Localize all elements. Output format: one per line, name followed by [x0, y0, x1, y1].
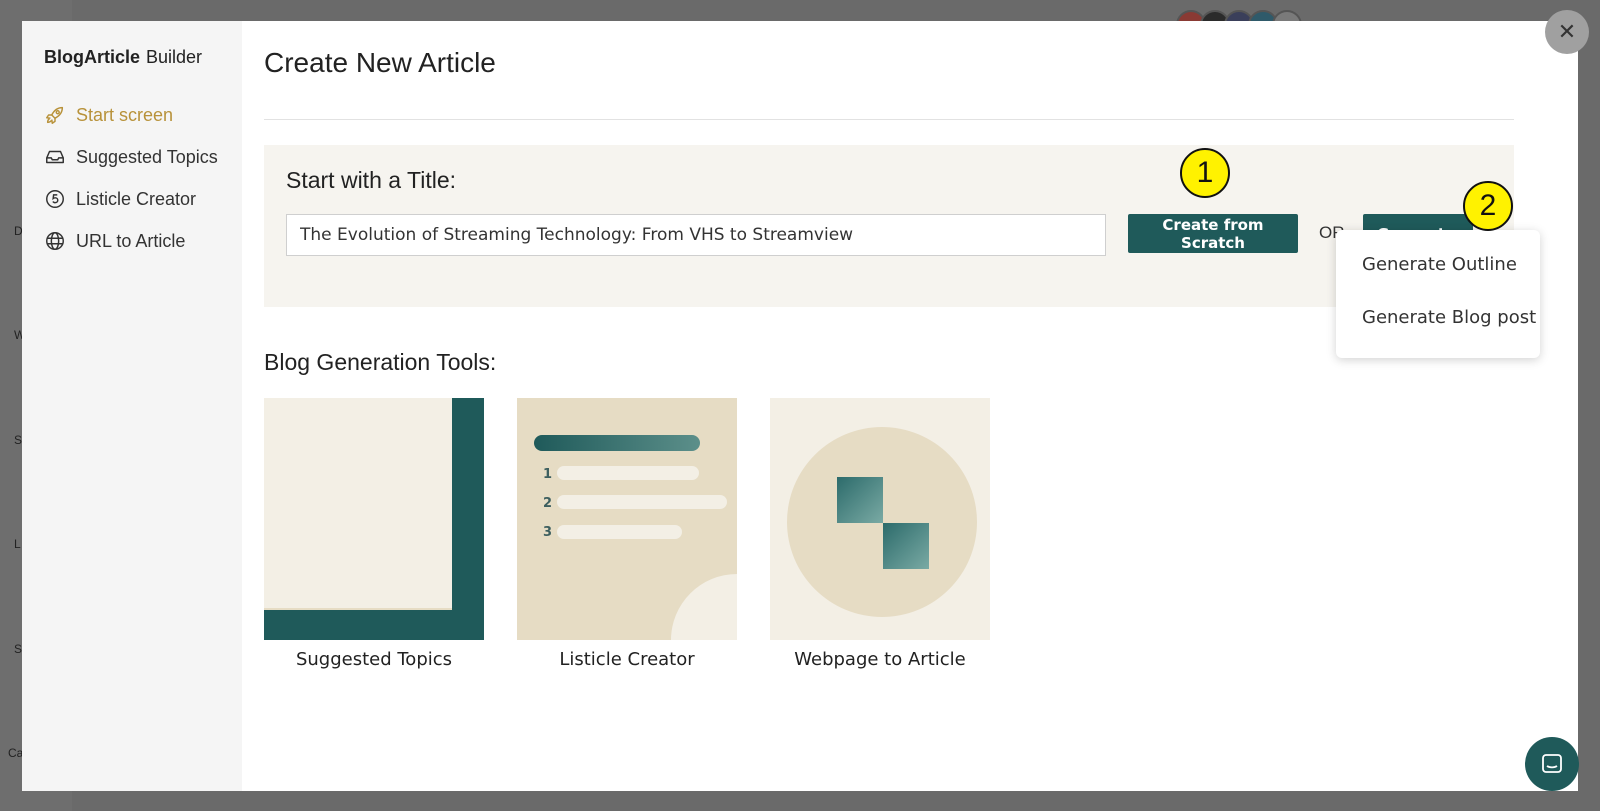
- main-content: Create New Article Start with a Title: C…: [242, 21, 1578, 791]
- tool-card-listicle-creator[interactable]: 1 2 3 Listicle Creator: [517, 398, 737, 670]
- brand-name: BlogArticle: [44, 47, 141, 67]
- generate-dropdown-menu: Generate Outline Generate Blog post: [1336, 230, 1540, 358]
- menu-item-generate-outline[interactable]: Generate Outline: [1336, 244, 1540, 297]
- numbered-circle-icon: [46, 190, 64, 208]
- rocket-icon: [46, 106, 64, 124]
- suggested-topics-illustration: [264, 398, 484, 640]
- sidebar-item-label: URL to Article: [76, 230, 186, 251]
- chat-icon: [1542, 754, 1562, 773]
- divider: [264, 119, 1514, 120]
- sidebar: BlogArticle Builder Start screen Suggeste…: [22, 21, 242, 791]
- webpage-to-article-illustration: [770, 398, 990, 640]
- list-number: 3: [543, 525, 552, 540]
- background-label: L: [14, 537, 21, 551]
- tool-card-label: Webpage to Article: [794, 649, 966, 670]
- background-label: S: [14, 433, 23, 447]
- sidebar-item-listicle-creator[interactable]: Listicle Creator: [44, 178, 242, 220]
- menu-item-generate-blog-post[interactable]: Generate Blog post: [1336, 297, 1540, 350]
- tool-card-label: Listicle Creator: [559, 649, 695, 670]
- sidebar-item-start-screen[interactable]: Start screen: [44, 94, 242, 136]
- callout-marker: 1: [1180, 148, 1230, 198]
- create-from-scratch-button[interactable]: Create from Scratch: [1128, 214, 1298, 253]
- sidebar-item-label: Start screen: [76, 104, 174, 125]
- sidebar-item-label: Suggested Topics: [76, 146, 218, 167]
- brand-suffix: Builder: [146, 47, 203, 67]
- sidebar-item-suggested-topics[interactable]: Suggested Topics: [44, 136, 242, 178]
- tool-card-suggested-topics[interactable]: Suggested Topics: [264, 398, 484, 670]
- globe-icon: [46, 232, 64, 250]
- title-panel-label: Start with a Title:: [286, 167, 457, 193]
- list-number: 2: [543, 496, 552, 511]
- title-panel: Start with a Title: Create from Scratch …: [264, 145, 1514, 307]
- sidebar-item-label: Listicle Creator: [76, 188, 197, 209]
- tools-grid: Suggested Topics 1 2 3 Listicle Creator …: [264, 398, 1578, 670]
- chat-launcher-button[interactable]: [1525, 737, 1579, 791]
- list-number: 1: [543, 467, 552, 482]
- callout-marker: 2: [1463, 181, 1513, 231]
- listicle-creator-illustration: 1 2 3: [517, 398, 737, 640]
- tool-card-webpage-to-article[interactable]: Webpage to Article: [770, 398, 990, 670]
- tool-card-label: Suggested Topics: [295, 649, 453, 670]
- article-title-input[interactable]: [286, 214, 1106, 256]
- close-icon[interactable]: ✕: [1545, 10, 1589, 54]
- page-title: Create New Article: [264, 47, 496, 78]
- inbox-icon: [46, 150, 64, 164]
- sidebar-item-url-to-article[interactable]: URL to Article: [44, 220, 242, 262]
- brand: BlogArticle Builder: [44, 47, 242, 68]
- create-article-modal: BlogArticle Builder Start screen Suggeste…: [22, 21, 1578, 791]
